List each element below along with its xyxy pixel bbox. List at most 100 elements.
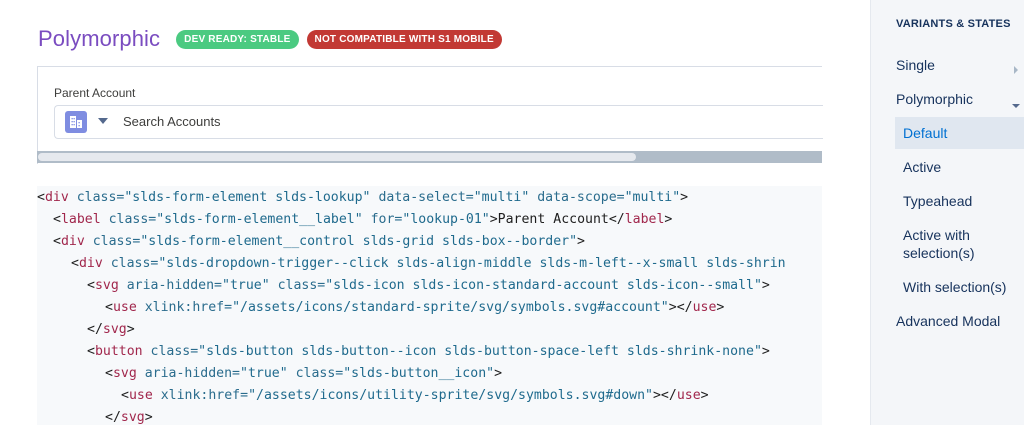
code-token: > (494, 366, 503, 381)
code-token: use (692, 300, 717, 315)
code-token: class= (100, 212, 157, 227)
code-token: < (53, 234, 61, 249)
code-token: div (60, 234, 85, 249)
code-line: <button class="slds-button slds-button--… (87, 341, 770, 363)
code-token: > (761, 278, 770, 293)
code-token: "slds-icon slds-icon-standard-account sl… (325, 278, 762, 293)
code-line: < use xlink:href="/assets/icons/standard-… (105, 297, 724, 319)
code-token: class= (102, 256, 159, 271)
code-token: ></ (652, 388, 677, 403)
code-token: < (87, 344, 95, 359)
sidebar-heading: VARIANTS & STATES (896, 18, 1011, 30)
status-badge-compat: NOT COMPATIBLE WITH S1 MOBILE (306, 29, 502, 49)
sidebar-item-label: Polymorphic (896, 91, 974, 107)
sidebar-item-active-with-selections[interactable]: Active with selection(s) (903, 226, 1013, 262)
code-token: < (105, 300, 113, 315)
code-token: "multi" (624, 190, 681, 205)
title-row: Polymorphic DEV READY: STABLE NOT COMPAT… (38, 24, 510, 54)
sidebar-item-label: Advanced Modal (896, 313, 1001, 329)
code-token: </ (87, 322, 103, 337)
chevron-down-icon[interactable] (96, 114, 110, 128)
code-line: <label class="slds-form-element__label" … (53, 209, 672, 231)
scrollbar-thumb[interactable] (38, 153, 636, 161)
code-line: </svg> (105, 407, 153, 425)
code-token: class= (287, 366, 344, 381)
code-token: use (128, 388, 153, 403)
code-token: > (700, 388, 709, 403)
sidebar-item-default[interactable]: Default (895, 117, 1024, 149)
code-token: < (87, 278, 95, 293)
horizontal-scrollbar[interactable] (37, 151, 822, 163)
code-token: svg (102, 322, 127, 337)
page-title: Polymorphic (38, 26, 161, 51)
sidebar-item-label: Default (903, 125, 948, 141)
code-line: <svg aria-hidden="true" class="slds-butt… (105, 363, 502, 385)
main-content: Polymorphic DEV READY: STABLE NOT COMPAT… (0, 0, 870, 425)
code-token: ></ (668, 300, 693, 315)
code-line: <div class="slds-form-element__control s… (53, 231, 585, 253)
sidebar-item-label: Active with selection(s) (903, 227, 975, 261)
code-token: class= (84, 234, 141, 249)
sidebar-item-polymorphic[interactable]: Polymorphic (896, 90, 973, 108)
code-token: label (60, 212, 101, 227)
code-token: "slds-button slds-button--icon slds-butt… (198, 344, 762, 359)
code-token: xlink:href= (152, 388, 249, 403)
code-token: > (680, 190, 689, 205)
code-token: svg (120, 410, 145, 425)
code-token: < (121, 388, 129, 403)
sidebar-item-single[interactable]: Single (896, 56, 935, 74)
code-token: < (105, 366, 113, 381)
code-token: "slds-form-element slds-lookup" (124, 190, 371, 205)
code-token: < (71, 256, 79, 271)
account-icon (65, 111, 87, 133)
code-token: < (37, 190, 45, 205)
sidebar-item-active[interactable]: Active (903, 158, 941, 176)
code-token: class= (142, 344, 199, 359)
code-token: label (624, 212, 665, 227)
code-token: class= (68, 190, 125, 205)
code-token: "slds-form-element__control slds-grid sl… (140, 234, 578, 249)
code-token: div (78, 256, 103, 271)
code-token: "slds-form-element__label" (156, 212, 363, 227)
code-token: data-scope= (529, 190, 625, 205)
code-line: <div class="slds-form-element slds-looku… (37, 187, 688, 209)
sidebar-item-advanced-modal[interactable]: Advanced Modal (896, 312, 1000, 330)
code-block: <div class="slds-form-element slds-looku… (37, 186, 822, 425)
code-token: class= (269, 278, 326, 293)
code-token: "true" (240, 366, 288, 381)
code-token: Parent Account (497, 212, 609, 227)
code-token: div (44, 190, 69, 205)
sidebar-item-typeahead[interactable]: Typeahead (903, 192, 972, 210)
sidebar-item-label: Typeahead (903, 193, 973, 209)
code-token: </ (105, 410, 121, 425)
code-line: <use xlink:href="/assets/icons/utility-s… (121, 385, 709, 407)
code-token: > (144, 410, 153, 425)
code-token: > (577, 234, 585, 249)
code-token: > (664, 212, 673, 227)
code-token: > (716, 300, 725, 315)
sidebar-item-with-selections[interactable]: With selection(s) (903, 278, 1006, 296)
code-token: xlink:href= (136, 300, 233, 315)
sidebar-item-label: With selection(s) (903, 279, 1007, 295)
code-token: svg (112, 366, 137, 381)
code-token: > (761, 344, 770, 359)
code-token: "/assets/icons/standard-sprite/svg/symbo… (232, 300, 669, 315)
search-input[interactable]: Search Accounts (123, 114, 221, 129)
code-token: "slds-dropdown-trigger--click slds-align… (158, 256, 786, 271)
chevron-down-icon[interactable] (1012, 96, 1020, 114)
lookup-field[interactable]: Search Accounts (54, 105, 823, 139)
code-token: "lookup-01" (402, 212, 490, 227)
code-token: aria-hidden= (136, 366, 240, 381)
code-token: "multi" (473, 190, 530, 205)
code-token: aria-hidden= (118, 278, 222, 293)
sidebar-item-label: Single (896, 57, 935, 73)
code-token: svg (94, 278, 119, 293)
code-line: <svg aria-hidden="true" class="slds-icon… (87, 275, 770, 297)
code-line: <div class="slds-dropdown-trigger--click… (71, 253, 786, 275)
code-token: use (676, 388, 701, 403)
code-line: </svg> (87, 319, 135, 341)
code-token: "true" (222, 278, 270, 293)
code-token: < (53, 212, 61, 227)
sidebar: VARIANTS & STATES Single Polymorphic Def… (870, 0, 1024, 425)
chevron-right-icon[interactable] (1013, 61, 1019, 79)
